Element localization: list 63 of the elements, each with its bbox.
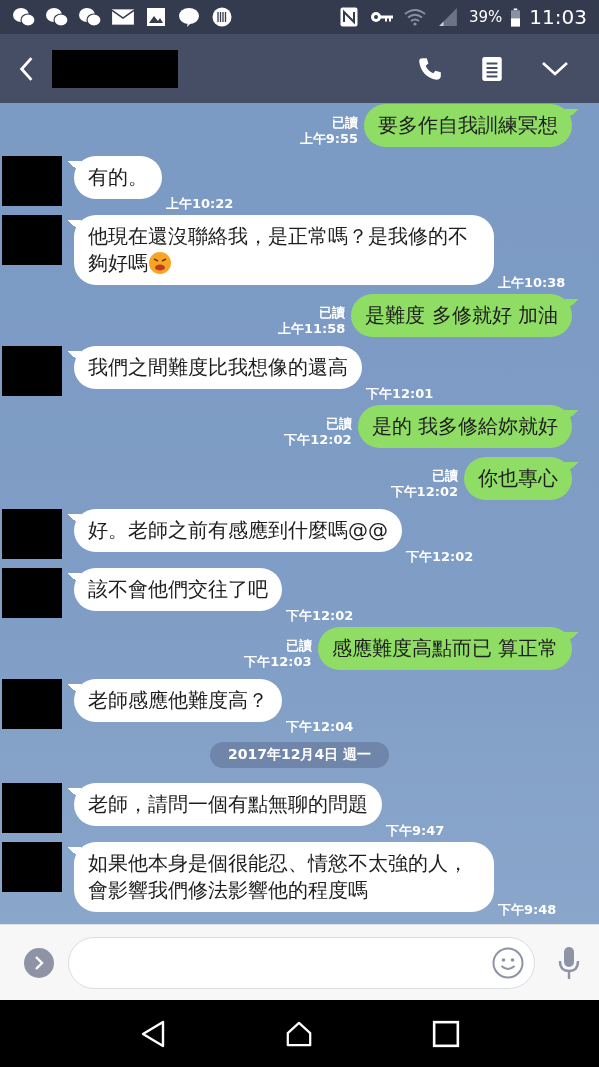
- message-bubble: 是的 我多修給妳就好: [357, 405, 579, 448]
- message-time: 下午12:04: [286, 719, 354, 735]
- chat-app-icon: [12, 7, 36, 27]
- redacted-avatar: [2, 783, 62, 833]
- message-time: 下午12:02: [284, 432, 352, 448]
- phone-icon[interactable]: [417, 55, 443, 82]
- smiley-icon[interactable]: [492, 946, 524, 979]
- message-bubble: 他現在還沒聯絡我，是正常嗎？是我修的不夠好嗎: [67, 215, 494, 285]
- message-time: 上午9:55: [299, 131, 358, 147]
- message-bubble: 該不會他們交往了吧: [67, 568, 282, 611]
- message-time: 下午9:47: [386, 823, 445, 839]
- message-time: 上午10:22: [166, 196, 234, 212]
- microphone-icon[interactable]: [557, 945, 581, 980]
- message-time: 下午9:48: [498, 902, 557, 918]
- message-bubble: 好。老師之前有感應到什麼嗎@@: [67, 509, 402, 552]
- read-receipt: 已讀: [325, 416, 352, 432]
- mail-icon: [111, 7, 135, 27]
- message-time: 上午10:38: [498, 275, 566, 291]
- message-time: 下午12:01: [366, 386, 434, 402]
- message-bubble: 要多作自我訓練冥想: [364, 104, 579, 147]
- chat-app-icon: [78, 7, 102, 27]
- message-time: 下午12:02: [406, 549, 474, 565]
- signal-icon: [436, 7, 460, 27]
- read-receipt: 已讀: [332, 115, 358, 131]
- message-bubble: 是難度 多修就好 加油: [351, 294, 579, 337]
- redacted-avatar: [2, 842, 62, 892]
- message-time: 下午12:02: [390, 484, 458, 500]
- message-bubble: 如果他本身是個很能忍、情慾不太強的人，會影響我們修法影響他的程度嗎: [67, 842, 494, 912]
- chat-app-icon: [45, 7, 69, 27]
- read-receipt: 已讀: [285, 638, 312, 654]
- read-receipt: 已讀: [319, 305, 346, 321]
- message-time: 下午12:03: [244, 654, 312, 670]
- speech-bubble-icon: [177, 7, 201, 27]
- date-label: 2017年12月4日 週一: [209, 742, 390, 768]
- message-bubble: 我們之間難度比我想像的還高: [67, 346, 362, 389]
- chevron-down-icon[interactable]: [541, 60, 569, 77]
- message-bubble: 老師，請問一個有點無聊的問題: [67, 783, 382, 826]
- nfc-icon: [337, 7, 361, 27]
- redacted-avatar: [2, 346, 62, 396]
- read-receipt: 已讀: [432, 468, 458, 484]
- expand-icon[interactable]: [24, 947, 54, 978]
- message-bubble: 有的。: [67, 156, 162, 199]
- message-bubble: 感應難度高點而已 算正常: [317, 627, 579, 670]
- redacted-avatar: [2, 679, 62, 729]
- message-bubble: 你也專心: [464, 457, 579, 500]
- message-time: 下午12:02: [286, 608, 354, 624]
- angry-face-icon: [148, 251, 172, 275]
- redacted-avatar: [2, 215, 62, 265]
- wifi-icon: [403, 7, 427, 27]
- redacted-avatar: [2, 568, 62, 618]
- battery-icon: [511, 7, 521, 27]
- message-bubble: 老師感應他難度高？: [67, 679, 282, 722]
- recent-apps-icon[interactable]: [431, 1019, 460, 1048]
- redacted-avatar: [2, 156, 62, 206]
- image-icon: [144, 7, 168, 27]
- battery-percentage: 39%: [469, 8, 503, 26]
- message-time: 上午11:58: [277, 321, 346, 337]
- clock: 11:03: [529, 5, 587, 29]
- home-icon[interactable]: [285, 1019, 314, 1048]
- barcode-icon: [210, 7, 234, 27]
- back-icon[interactable]: [18, 55, 34, 82]
- redacted-avatar: [2, 509, 62, 559]
- notes-icon[interactable]: [479, 55, 505, 82]
